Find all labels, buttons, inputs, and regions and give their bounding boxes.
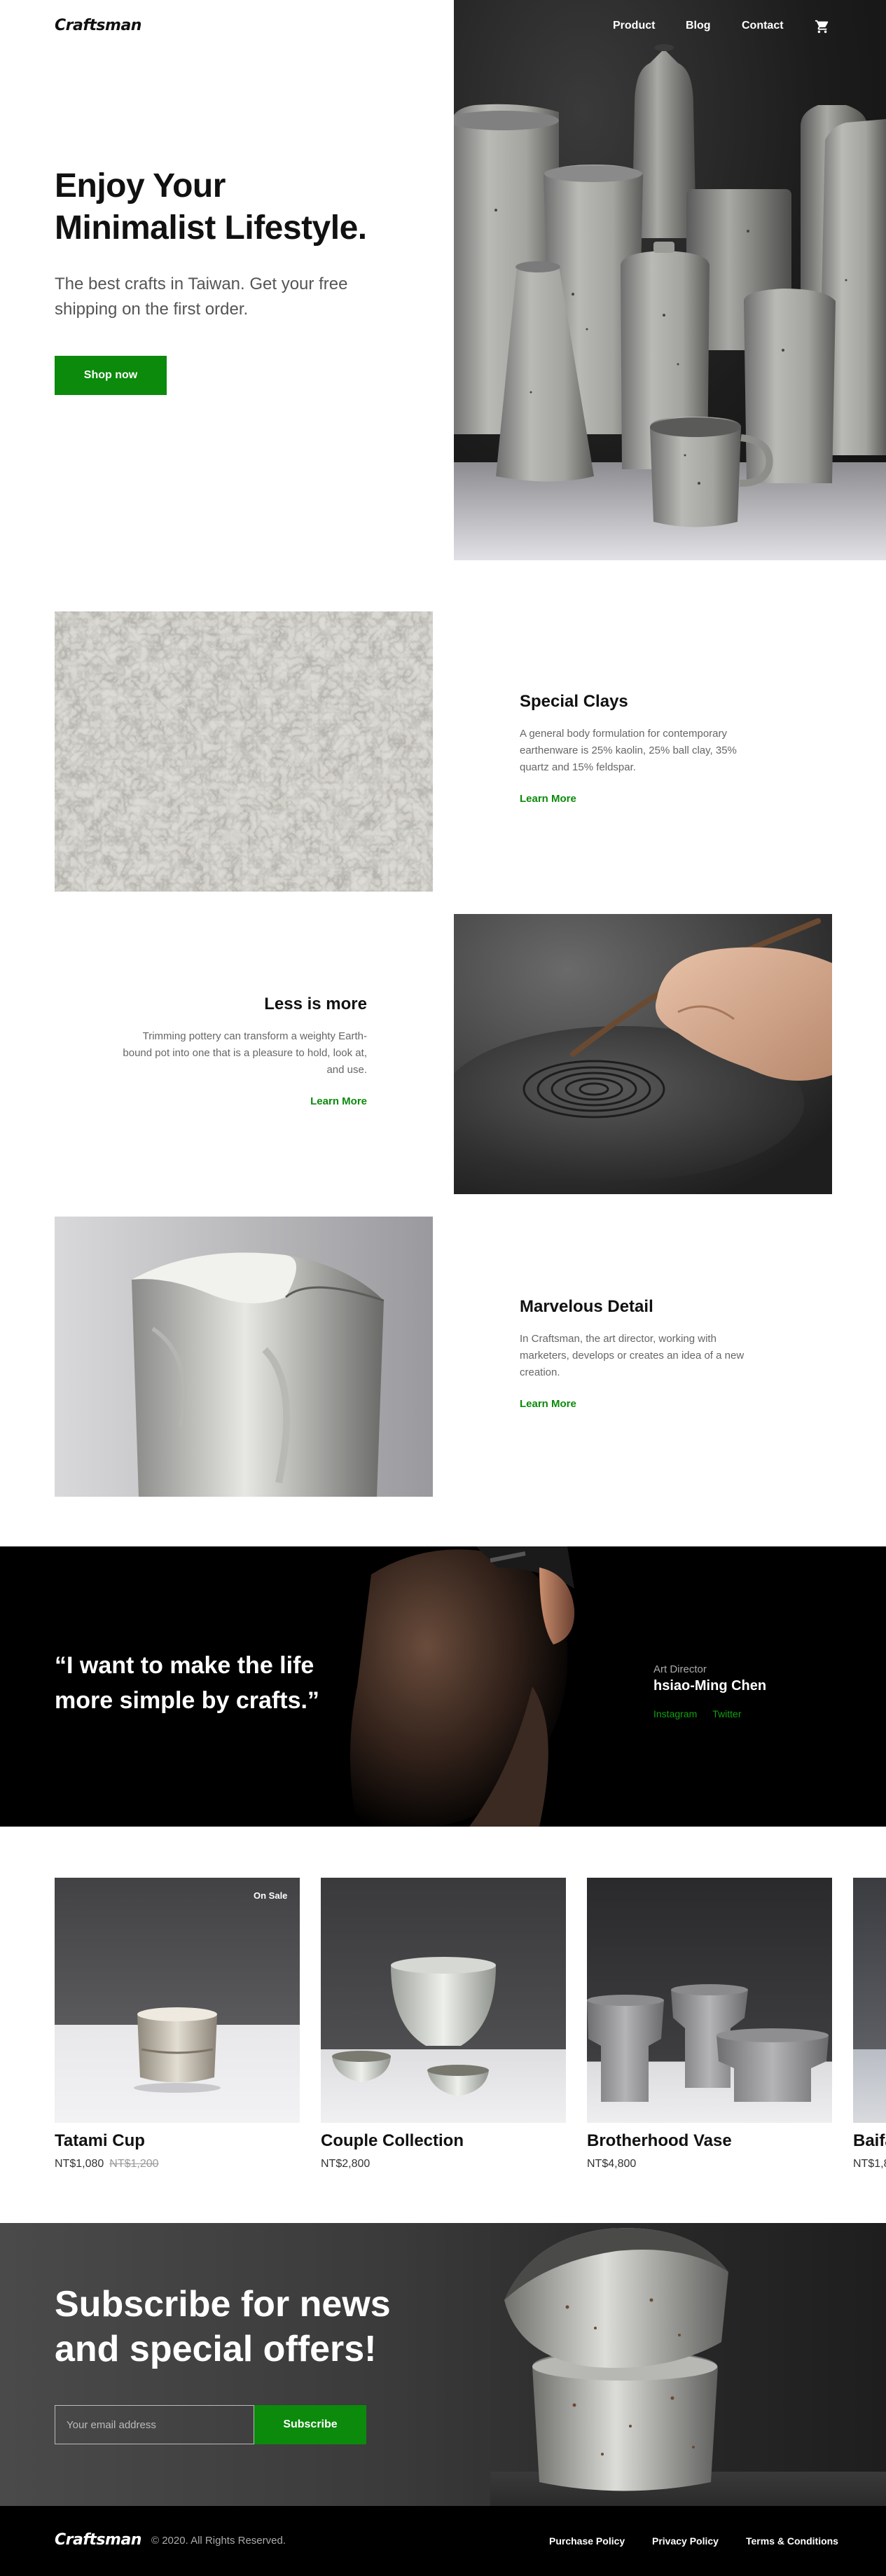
current-price: NT$1,080 <box>55 2158 104 2170</box>
products-section: On Sale Tatami Cup NT$1,080 NT$1,200 Coup… <box>0 1878 886 2186</box>
nav-item-blog[interactable]: Blog <box>686 20 711 32</box>
hero-title-line2: Minimalist Lifestyle. <box>55 209 367 247</box>
hero-section: Craftsman Product Blog Contact Enjoy You… <box>0 0 886 560</box>
twitter-link[interactable]: Twitter <box>712 1708 741 1719</box>
original-price: NT$1,200 <box>109 2158 159 2170</box>
privacy-policy-link[interactable]: Privacy Policy <box>652 2535 719 2547</box>
feature-less-is-more: Less is more Trimming pottery can transf… <box>119 995 367 1107</box>
feature-trimming-image <box>454 914 832 1194</box>
feature-special-clays: Special Clays A general body formulation… <box>520 692 758 805</box>
product-image <box>853 1878 886 2123</box>
author-role: Art Director <box>653 1663 707 1675</box>
subscribe-title-line1: Subscribe for news <box>55 2284 391 2325</box>
author-social-links: Instagram Twitter <box>653 1708 766 1719</box>
quote-section: “I want to make the life more simple by … <box>0 1546 886 1827</box>
terms-conditions-link[interactable]: Terms & Conditions <box>746 2535 838 2547</box>
feature-description: In Craftsman, the art director, working … <box>520 1333 745 1378</box>
hero-title: Enjoy Your Minimalist Lifestyle. <box>55 165 367 249</box>
stacked-bowls-image <box>490 2223 886 2506</box>
nav-item-contact[interactable]: Contact <box>742 20 784 32</box>
author-info: Art Director hsiao-Ming Chen Instagram T… <box>653 1663 766 1719</box>
email-input[interactable] <box>55 2405 254 2444</box>
product-image <box>587 1878 832 2123</box>
hero-subtitle-line2: shipping on the first order. <box>55 300 249 319</box>
product-price: NT$1,8 <box>853 2158 886 2170</box>
shop-now-button[interactable]: Shop now <box>55 356 167 395</box>
feature-marvelous-detail: Marvelous Detail In Craftsman, the art d… <box>520 1297 765 1410</box>
author-name: hsiao-Ming Chen <box>653 1678 767 1694</box>
hero-pottery-image <box>454 0 886 560</box>
product-name[interactable]: Brotherhood Vase <box>587 2131 732 2151</box>
quote-text: “I want to make the life more simple by … <box>55 1648 319 1718</box>
product-price: NT$4,800 <box>587 2158 637 2170</box>
product-name[interactable]: Baifa <box>853 2131 886 2151</box>
feature-clay-image <box>55 611 433 892</box>
on-sale-badge: On Sale <box>254 1890 288 1901</box>
feature-description: A general body formulation for contempor… <box>520 728 737 773</box>
product-image <box>321 1878 566 2123</box>
learn-more-link[interactable]: Learn More <box>520 793 758 805</box>
footer-logo[interactable]: Craftsman <box>55 2531 141 2549</box>
subscribe-button[interactable]: Subscribe <box>254 2405 366 2444</box>
product-name[interactable]: Tatami Cup <box>55 2131 145 2151</box>
feature-title: Special Clays <box>520 692 628 711</box>
cart-icon[interactable] <box>815 19 830 34</box>
hero-subtitle-line1: The best crafts in Taiwan. Get your free <box>55 275 348 293</box>
product-price: NT$2,800 <box>321 2158 371 2170</box>
quote-line2: more simple by crafts.” <box>55 1687 319 1714</box>
subscribe-title: Subscribe for news and special offers! <box>55 2282 391 2371</box>
purchase-policy-link[interactable]: Purchase Policy <box>549 2535 625 2547</box>
product-name[interactable]: Couple Collection <box>321 2131 464 2151</box>
feature-detail-image <box>55 1217 433 1497</box>
learn-more-link[interactable]: Learn More <box>520 1398 765 1410</box>
learn-more-link[interactable]: Learn More <box>119 1095 367 1107</box>
copyright-text: © 2020. All Rights Reserved. <box>151 2535 286 2547</box>
brand-logo[interactable]: Craftsman <box>55 17 141 34</box>
subscribe-section: Subscribe for news and special offers! S… <box>0 2223 886 2506</box>
product-image <box>55 1878 300 2123</box>
feature-title: Less is more <box>264 995 367 1013</box>
footer: Craftsman © 2020. All Rights Reserved. P… <box>0 2506 886 2576</box>
feature-description: Trimming pottery can transform a weighty… <box>123 1030 367 1076</box>
hero-subtitle: The best crafts in Taiwan. Get your free… <box>55 272 347 322</box>
nav-item-product[interactable]: Product <box>613 20 655 32</box>
product-price: NT$1,080 NT$1,200 <box>55 2158 159 2170</box>
artist-portrait-image <box>329 1546 623 1827</box>
quote-line1: “I want to make the life <box>55 1652 314 1679</box>
instagram-link[interactable]: Instagram <box>653 1708 697 1719</box>
feature-title: Marvelous Detail <box>520 1297 653 1316</box>
subscribe-title-line2: and special offers! <box>55 2329 377 2369</box>
hero-title-line1: Enjoy Your <box>55 167 226 205</box>
